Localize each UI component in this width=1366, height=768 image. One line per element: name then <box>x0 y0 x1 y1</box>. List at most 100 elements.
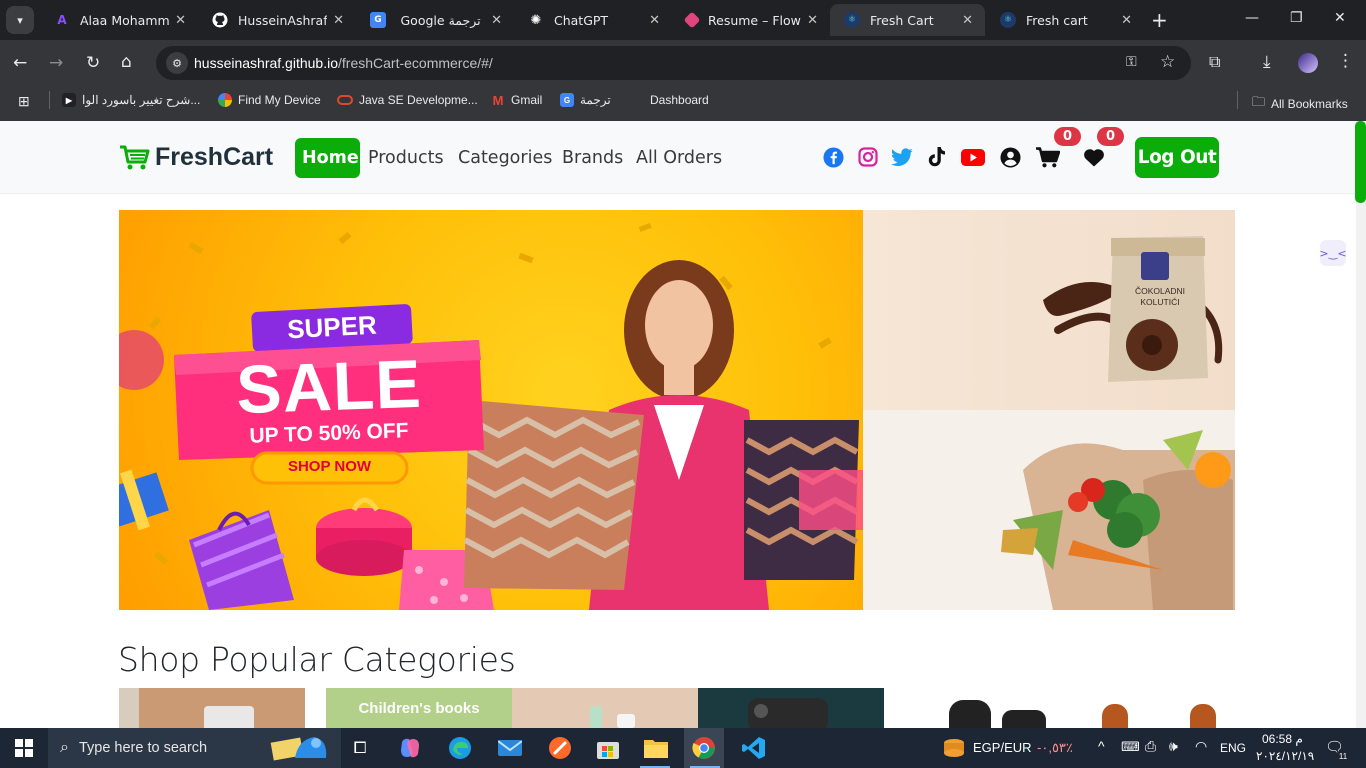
chocolate-cookies-banner[interactable]: ČOKOLADNI KOLUTIĆI <box>863 210 1235 410</box>
cart-logo-icon <box>120 145 150 169</box>
close-tab-icon[interactable]: ✕ <box>491 13 502 28</box>
chrome-icon[interactable] <box>684 728 724 768</box>
close-tab-icon[interactable]: ✕ <box>175 13 186 28</box>
language-ime-icon[interactable]: ⌨ <box>1121 739 1140 755</box>
mail-icon[interactable] <box>496 734 524 762</box>
twitter-icon[interactable] <box>891 146 913 168</box>
site-info-icon[interactable]: ⚙ <box>166 52 188 74</box>
currency-pair[interactable]: EGP/EUR <box>973 740 1032 755</box>
cart-icon[interactable] <box>1036 146 1060 168</box>
restore-icon[interactable]: ❐ <box>1290 10 1303 26</box>
home-icon[interactable]: ⌂ <box>121 52 132 72</box>
volume-icon[interactable]: 🕪 <box>1169 738 1178 755</box>
google-icon <box>218 93 232 107</box>
apps-grid-icon[interactable]: ⊞ <box>18 93 30 110</box>
instagram-icon[interactable] <box>857 146 879 168</box>
category-card-mobiles[interactable] <box>698 688 884 728</box>
close-tab-icon[interactable]: ✕ <box>1121 13 1132 28</box>
bookmark-translate[interactable]: G ترجمة <box>560 93 611 107</box>
back-icon[interactable]: ← <box>13 53 27 73</box>
close-window-icon[interactable]: ✕ <box>1334 10 1346 26</box>
show-hidden-icons[interactable]: ^ <box>1098 738 1105 754</box>
windows-start-icon[interactable] <box>10 734 38 762</box>
language-indicator[interactable]: ENG <box>1220 741 1246 755</box>
tab-flowcv[interactable]: Resume – FlowC ✕ <box>672 4 830 36</box>
search-icon: ⌕ <box>60 739 69 756</box>
nav-all-orders[interactable]: All Orders <box>636 138 722 178</box>
all-bookmarks-button[interactable]: 🗀 All Bookmarks <box>1252 93 1348 115</box>
cookie-bag-image <box>1043 236 1223 382</box>
facebook-icon[interactable] <box>822 146 844 168</box>
youtube-icon[interactable] <box>961 146 985 168</box>
currency-change: -٠,٥٣٪ <box>1037 740 1073 755</box>
nav-home[interactable]: Home <box>295 138 360 178</box>
user-profile-icon[interactable] <box>999 146 1021 168</box>
aa-icon: A <box>57 13 67 27</box>
tab-fresh-cart[interactable]: ⚛ Fresh cart ✕ <box>986 4 1144 36</box>
grocery-bag-image <box>1001 430 1235 610</box>
bookmark-java-se[interactable]: Java SE Developme... <box>337 93 478 107</box>
bookmark-find-my-device[interactable]: Find My Device <box>218 93 321 107</box>
close-tab-icon[interactable]: ✕ <box>807 13 818 28</box>
file-explorer-icon[interactable] <box>642 734 670 762</box>
folder-icon: 🗀 <box>1252 94 1266 109</box>
category-card-electronics[interactable] <box>119 688 305 728</box>
bookmark-star-icon[interactable]: ☆ <box>1160 52 1175 72</box>
nav-products[interactable]: Products <box>368 138 444 178</box>
tiktok-icon[interactable] <box>926 146 948 168</box>
tab-github[interactable]: HusseinAshraf (H ✕ <box>198 4 356 36</box>
forward-icon[interactable]: → <box>49 53 63 73</box>
task-view-icon[interactable]: ⧠ <box>346 734 374 762</box>
close-tab-icon[interactable]: ✕ <box>333 13 344 28</box>
scrollbar-thumb[interactable] <box>1355 121 1366 203</box>
bookmark-dashboard[interactable]: Dashboard <box>650 93 709 107</box>
tab-alaa-mohammed[interactable]: A Alaa Mohammed ✕ <box>40 4 198 36</box>
address-bar[interactable]: ⚙ husseinashraf.github.io/freshCart-ecom… <box>156 46 1191 80</box>
url-text[interactable]: husseinashraf.github.io/freshCart-ecomme… <box>194 55 493 71</box>
wishlist-count-badge: 0 <box>1097 127 1124 146</box>
category-card-books[interactable]: Children's books <box>326 688 512 728</box>
tab-google-translate[interactable]: G Google ترجمة ✕ <box>356 4 514 36</box>
tab-chatgpt[interactable]: ✺ ChatGPT ✕ <box>514 4 672 36</box>
tab-fresh-cart-active[interactable]: ⚛ Fresh Cart ✕ <box>830 4 985 36</box>
bookmark-favicon-icon: ▶ <box>62 93 76 107</box>
flowcv-icon <box>683 11 701 29</box>
category-card-music[interactable] <box>884 688 1234 728</box>
logout-button[interactable]: Log Out <box>1135 137 1219 178</box>
minimize-icon[interactable]: — <box>1245 10 1259 26</box>
grocery-bag-banner[interactable] <box>863 410 1235 610</box>
product-label-1: ČOKOLADNI <box>1134 286 1186 296</box>
copilot-icon[interactable] <box>396 734 424 762</box>
edge-icon[interactable] <box>446 734 474 762</box>
store-icon[interactable] <box>594 734 622 762</box>
hero-sale-banner[interactable]: SUPER SALE UP TO 50% OFF SHOP NOW <box>119 210 863 610</box>
extension-side-widget-icon[interactable]: >‿< <box>1319 240 1347 266</box>
tab-search-button[interactable]: ▾ <box>6 6 34 34</box>
reload-icon[interactable]: ↻ <box>86 53 100 73</box>
browser-menu-icon[interactable]: ⋮ <box>1337 51 1354 71</box>
brand-logo[interactable]: FreshCart <box>119 143 273 172</box>
extensions-icon[interactable]: ⧉ <box>1209 52 1220 72</box>
bookmark-gmail[interactable]: M Gmail <box>491 93 543 108</box>
shop-now-button[interactable]: SHOP NOW <box>252 458 407 475</box>
vscode-icon[interactable] <box>740 734 768 762</box>
new-tab-button[interactable]: + <box>1151 8 1168 32</box>
wifi-icon[interactable]: ◠ <box>1195 738 1207 755</box>
close-tab-icon[interactable]: ✕ <box>649 13 660 28</box>
profile-avatar[interactable] <box>1298 53 1318 73</box>
clock-time[interactable]: 06:58 م <box>1262 732 1303 746</box>
paint-app-icon[interactable] <box>546 734 574 762</box>
category-card-beauty[interactable] <box>512 688 698 728</box>
password-key-icon[interactable]: ⚿ <box>1126 54 1137 70</box>
nav-categories[interactable]: Categories <box>458 138 552 178</box>
bookmark-item[interactable]: ▶ شرح تغيير باسورد الوا... <box>62 93 200 107</box>
close-tab-icon[interactable]: ✕ <box>962 13 973 28</box>
wishlist-heart-icon[interactable] <box>1082 146 1105 168</box>
page-scrollbar[interactable] <box>1356 121 1366 728</box>
download-icon[interactable]: ⤓ <box>1263 52 1271 72</box>
nav-brands[interactable]: Brands <box>562 138 623 178</box>
camera-icon[interactable]: ⎙ <box>1145 738 1156 755</box>
clock-date[interactable]: ٢٠٢٤/١٢/١٩ <box>1256 749 1314 763</box>
search-highlight-icon[interactable] <box>270 734 330 762</box>
currency-widget-icon[interactable] <box>940 734 968 762</box>
